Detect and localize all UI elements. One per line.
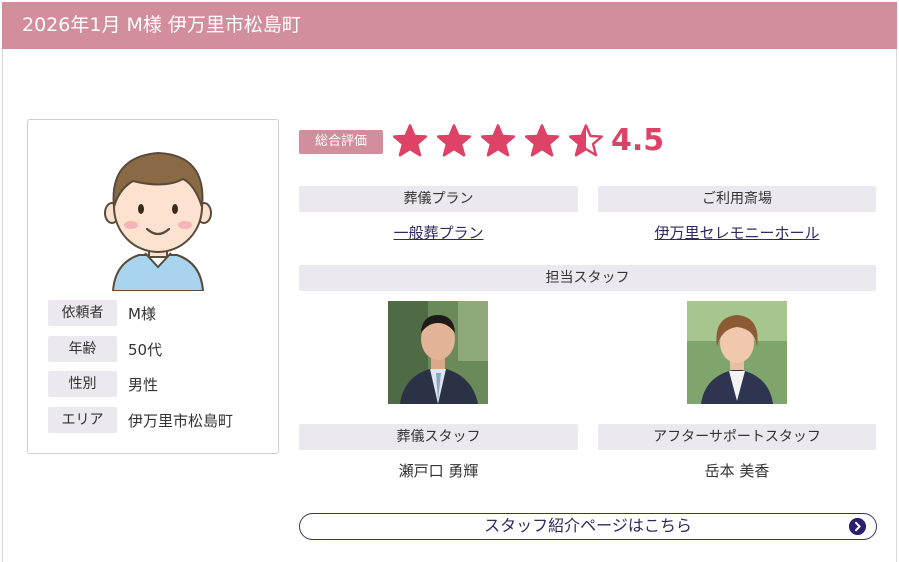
staff-intro-link-label: スタッフ紹介ページはこちら (484, 516, 692, 535)
profile-row-age: 年齢 50代 (48, 336, 162, 362)
star-full-icon (437, 124, 471, 157)
staff-intro-link-button[interactable]: スタッフ紹介ページはこちら (299, 513, 877, 540)
staff-role-funeral: 葬儀スタッフ (299, 424, 578, 450)
profile-label: 年齢 (48, 336, 117, 362)
star-full-icon (393, 124, 427, 157)
chevron-right-circle-icon (849, 518, 866, 535)
profile-label: 依頼者 (48, 300, 117, 326)
staff-photo-funeral (388, 301, 488, 404)
staff-heading: 担当スタッフ (299, 265, 876, 291)
customer-profile-card: 依頼者 M様 年齢 50代 性別 男性 エリア 伊万里市松島町 (27, 119, 279, 454)
profile-value: 男性 (128, 375, 159, 394)
staff-name-funeral: 瀬戸口 勇輝 (398, 462, 479, 480)
star-full-icon (481, 124, 515, 157)
rating-value: 4.5 (611, 123, 665, 158)
star-half-icon (569, 124, 603, 157)
plan-link[interactable]: 一般葬プラン (299, 222, 578, 243)
profile-value: M様 (128, 304, 156, 323)
profile-label: エリア (48, 407, 117, 433)
rating-stars (393, 124, 613, 160)
star-full-icon (525, 124, 559, 157)
venue-heading: ご利用斎場 (598, 186, 876, 212)
profile-value: 伊万里市松島町 (128, 411, 234, 430)
venue-link[interactable]: 伊万里セレモニーホール (598, 222, 876, 243)
profile-value: 50代 (128, 340, 163, 359)
profile-row-requester: 依頼者 M様 (48, 300, 156, 326)
page-title: 2026年1月 M様 伊万里市松島町 (22, 14, 301, 36)
profile-row-gender: 性別 男性 (48, 371, 158, 397)
profile-row-area: エリア 伊万里市松島町 (48, 407, 233, 433)
overall-rating-badge: 総合評価 (299, 130, 383, 154)
staff-role-after-support: アフターサポートスタッフ (598, 424, 876, 450)
plan-heading: 葬儀プラン (299, 186, 578, 212)
customer-avatar (104, 151, 212, 291)
staff-name-after-support: 岳本 美香 (704, 462, 770, 480)
page-header: 2026年1月 M様 伊万里市松島町 (2, 2, 897, 49)
profile-label: 性別 (48, 371, 117, 397)
staff-photo-after-support (687, 301, 787, 404)
